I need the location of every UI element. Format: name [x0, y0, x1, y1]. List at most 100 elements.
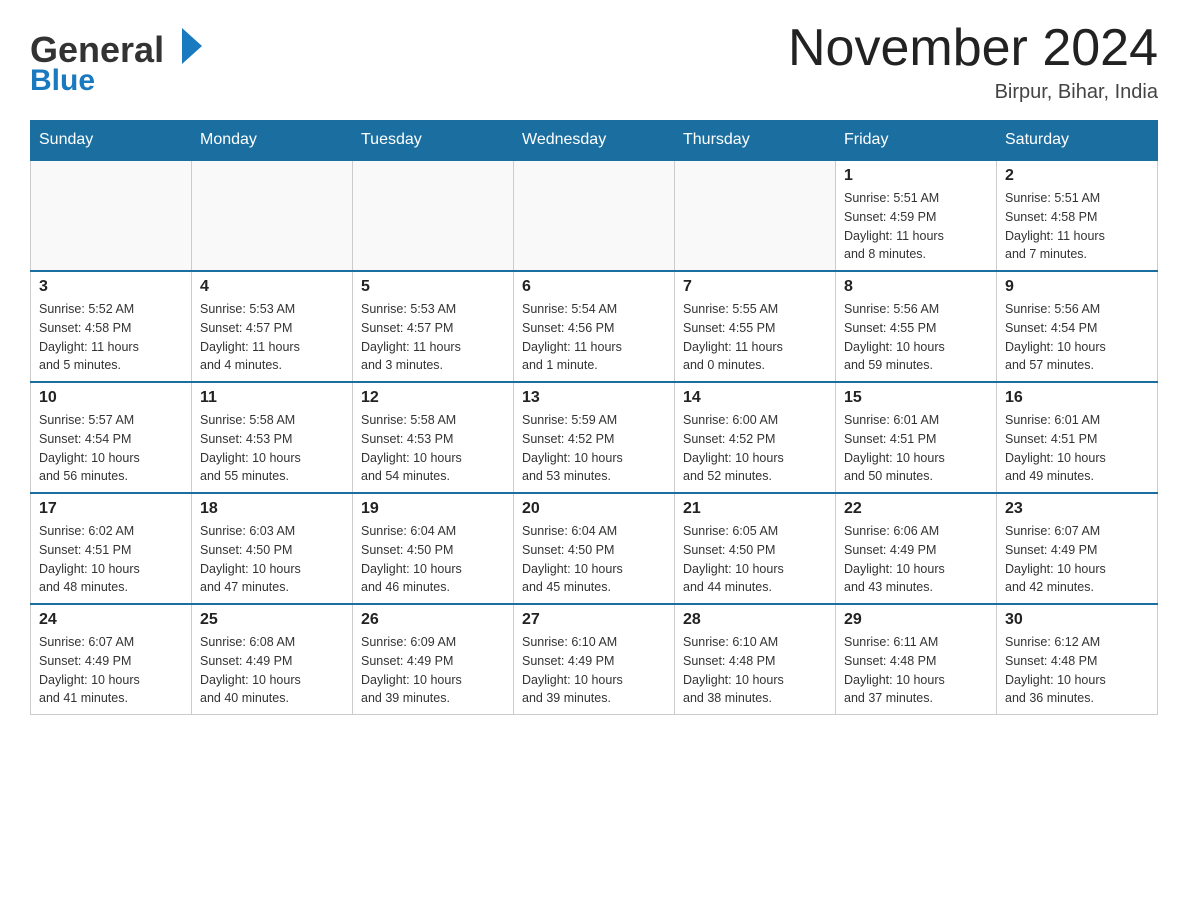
- day-info: Sunrise: 5:51 AMSunset: 4:59 PMDaylight:…: [844, 189, 988, 264]
- title-area: November 2024 Birpur, Bihar, India: [788, 20, 1158, 104]
- calendar-cell: 25 Sunrise: 6:08 AMSunset: 4:49 PMDayligh…: [192, 604, 353, 715]
- calendar-cell: 2 Sunrise: 5:51 AMSunset: 4:58 PMDaylight…: [997, 160, 1158, 271]
- day-info: Sunrise: 6:00 AMSunset: 4:52 PMDaylight:…: [683, 411, 827, 486]
- day-info: Sunrise: 6:04 AMSunset: 4:50 PMDaylight:…: [361, 522, 505, 597]
- calendar-cell: 16 Sunrise: 6:01 AMSunset: 4:51 PMDayligh…: [997, 382, 1158, 493]
- day-info: Sunrise: 5:54 AMSunset: 4:56 PMDaylight:…: [522, 300, 666, 375]
- week-row-1: 1Sunrise: 5:51 AMSunset: 4:59 PMDaylight…: [31, 160, 1158, 271]
- day-info: Sunrise: 5:59 AMSunset: 4:52 PMDaylight:…: [522, 411, 666, 486]
- day-info: Sunrise: 5:53 AMSunset: 4:57 PMDaylight:…: [200, 300, 344, 375]
- day-info: Sunrise: 6:01 AMSunset: 4:51 PMDaylight:…: [844, 411, 988, 486]
- week-row-5: 24 Sunrise: 6:07 AMSunset: 4:49 PMDayligh…: [31, 604, 1158, 715]
- header-tuesday: Tuesday: [353, 121, 514, 161]
- calendar-cell: 4 Sunrise: 5:53 AMSunset: 4:57 PMDaylight…: [192, 271, 353, 382]
- calendar-cell: 13 Sunrise: 5:59 AMSunset: 4:52 PMDayligh…: [514, 382, 675, 493]
- day-info: Sunrise: 6:12 AMSunset: 4:48 PMDaylight:…: [1005, 633, 1149, 708]
- day-number: 22: [844, 500, 988, 518]
- day-info: Sunrise: 5:55 AMSunset: 4:55 PMDaylight:…: [683, 300, 827, 375]
- calendar-cell: [514, 160, 675, 271]
- header-wednesday: Wednesday: [514, 121, 675, 161]
- month-title: November 2024: [788, 20, 1158, 77]
- calendar-cell: 11Sunrise: 5:58 AMSunset: 4:53 PMDayligh…: [192, 382, 353, 493]
- header-thursday: Thursday: [675, 121, 836, 161]
- day-number: 21: [683, 500, 827, 518]
- day-number: 27: [522, 611, 666, 629]
- day-number: 11: [200, 389, 344, 407]
- calendar-cell: 17Sunrise: 6:02 AMSunset: 4:51 PMDayligh…: [31, 493, 192, 604]
- calendar-cell: 1Sunrise: 5:51 AMSunset: 4:59 PMDaylight…: [836, 160, 997, 271]
- day-info: Sunrise: 6:09 AMSunset: 4:49 PMDaylight:…: [361, 633, 505, 708]
- day-info: Sunrise: 5:53 AMSunset: 4:57 PMDaylight:…: [361, 300, 505, 375]
- calendar-cell: 23 Sunrise: 6:07 AMSunset: 4:49 PMDayligh…: [997, 493, 1158, 604]
- day-info: Sunrise: 6:07 AMSunset: 4:49 PMDaylight:…: [39, 633, 183, 708]
- day-info: Sunrise: 6:01 AMSunset: 4:51 PMDaylight:…: [1005, 411, 1149, 486]
- day-number: 12: [361, 389, 505, 407]
- calendar-cell: 3 Sunrise: 5:52 AMSunset: 4:58 PMDaylight…: [31, 271, 192, 382]
- day-info: Sunrise: 6:04 AMSunset: 4:50 PMDaylight:…: [522, 522, 666, 597]
- day-number: 19: [361, 500, 505, 518]
- logo: General Blue: [30, 20, 220, 100]
- day-info: Sunrise: 6:08 AMSunset: 4:49 PMDaylight:…: [200, 633, 344, 708]
- day-number: 24: [39, 611, 183, 629]
- day-number: 17: [39, 500, 183, 518]
- weekday-header-row: Sunday Monday Tuesday Wednesday Thursday…: [31, 121, 1158, 161]
- day-number: 16: [1005, 389, 1149, 407]
- week-row-3: 10 Sunrise: 5:57 AMSunset: 4:54 PMDayligh…: [31, 382, 1158, 493]
- calendar-cell: [675, 160, 836, 271]
- day-info: Sunrise: 5:58 AMSunset: 4:53 PMDaylight:…: [361, 411, 505, 486]
- header-friday: Friday: [836, 121, 997, 161]
- day-number: 7: [683, 278, 827, 296]
- calendar-cell: 26Sunrise: 6:09 AMSunset: 4:49 PMDayligh…: [353, 604, 514, 715]
- day-number: 9: [1005, 278, 1149, 296]
- day-info: Sunrise: 5:56 AMSunset: 4:55 PMDaylight:…: [844, 300, 988, 375]
- day-info: Sunrise: 6:06 AMSunset: 4:49 PMDaylight:…: [844, 522, 988, 597]
- header: General Blue November 2024 Birpur, Bihar…: [30, 20, 1158, 104]
- day-number: 14: [683, 389, 827, 407]
- calendar-cell: 18 Sunrise: 6:03 AMSunset: 4:50 PMDayligh…: [192, 493, 353, 604]
- calendar-cell: 15Sunrise: 6:01 AMSunset: 4:51 PMDayligh…: [836, 382, 997, 493]
- calendar-cell: 30 Sunrise: 6:12 AMSunset: 4:48 PMDayligh…: [997, 604, 1158, 715]
- day-number: 20: [522, 500, 666, 518]
- day-number: 18: [200, 500, 344, 518]
- day-number: 23: [1005, 500, 1149, 518]
- day-number: 6: [522, 278, 666, 296]
- day-number: 10: [39, 389, 183, 407]
- day-number: 28: [683, 611, 827, 629]
- calendar-cell: 5Sunrise: 5:53 AMSunset: 4:57 PMDaylight…: [353, 271, 514, 382]
- calendar-cell: 9 Sunrise: 5:56 AMSunset: 4:54 PMDaylight…: [997, 271, 1158, 382]
- calendar-cell: 29Sunrise: 6:11 AMSunset: 4:48 PMDayligh…: [836, 604, 997, 715]
- day-number: 13: [522, 389, 666, 407]
- header-monday: Monday: [192, 121, 353, 161]
- calendar-cell: 10 Sunrise: 5:57 AMSunset: 4:54 PMDayligh…: [31, 382, 192, 493]
- day-info: Sunrise: 6:07 AMSunset: 4:49 PMDaylight:…: [1005, 522, 1149, 597]
- day-info: Sunrise: 6:10 AMSunset: 4:49 PMDaylight:…: [522, 633, 666, 708]
- week-row-2: 3 Sunrise: 5:52 AMSunset: 4:58 PMDaylight…: [31, 271, 1158, 382]
- day-number: 30: [1005, 611, 1149, 629]
- header-sunday: Sunday: [31, 121, 192, 161]
- day-info: Sunrise: 6:03 AMSunset: 4:50 PMDaylight:…: [200, 522, 344, 597]
- calendar-cell: 7 Sunrise: 5:55 AMSunset: 4:55 PMDaylight…: [675, 271, 836, 382]
- day-info: Sunrise: 5:51 AMSunset: 4:58 PMDaylight:…: [1005, 189, 1149, 264]
- calendar-cell: 6 Sunrise: 5:54 AMSunset: 4:56 PMDaylight…: [514, 271, 675, 382]
- day-number: 8: [844, 278, 988, 296]
- day-number: 3: [39, 278, 183, 296]
- header-saturday: Saturday: [997, 121, 1158, 161]
- day-number: 2: [1005, 167, 1149, 185]
- calendar-cell: 27 Sunrise: 6:10 AMSunset: 4:49 PMDayligh…: [514, 604, 675, 715]
- logo-svg: General Blue: [30, 20, 220, 100]
- day-number: 4: [200, 278, 344, 296]
- calendar-cell: [192, 160, 353, 271]
- calendar-cell: 22 Sunrise: 6:06 AMSunset: 4:49 PMDayligh…: [836, 493, 997, 604]
- location: Birpur, Bihar, India: [788, 81, 1158, 104]
- day-info: Sunrise: 5:56 AMSunset: 4:54 PMDaylight:…: [1005, 300, 1149, 375]
- calendar-cell: 8 Sunrise: 5:56 AMSunset: 4:55 PMDaylight…: [836, 271, 997, 382]
- svg-text:Blue: Blue: [30, 64, 95, 97]
- day-info: Sunrise: 6:05 AMSunset: 4:50 PMDaylight:…: [683, 522, 827, 597]
- calendar-cell: 20 Sunrise: 6:04 AMSunset: 4:50 PMDayligh…: [514, 493, 675, 604]
- calendar-table: Sunday Monday Tuesday Wednesday Thursday…: [30, 120, 1158, 715]
- day-info: Sunrise: 6:11 AMSunset: 4:48 PMDaylight:…: [844, 633, 988, 708]
- day-info: Sunrise: 5:57 AMSunset: 4:54 PMDaylight:…: [39, 411, 183, 486]
- day-info: Sunrise: 5:52 AMSunset: 4:58 PMDaylight:…: [39, 300, 183, 375]
- day-number: 25: [200, 611, 344, 629]
- calendar-cell: 14 Sunrise: 6:00 AMSunset: 4:52 PMDayligh…: [675, 382, 836, 493]
